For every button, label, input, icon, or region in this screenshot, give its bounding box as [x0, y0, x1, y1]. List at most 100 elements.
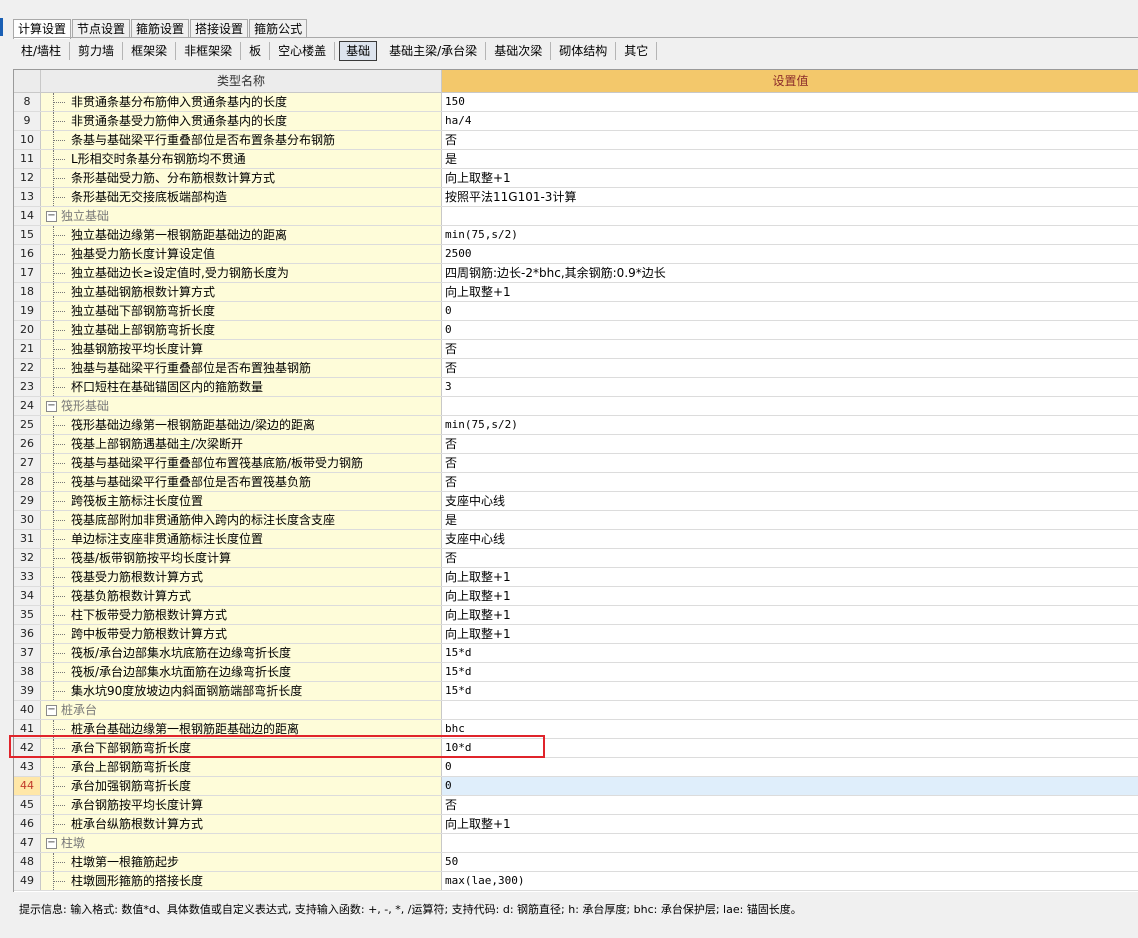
setting-value-cell[interactable]: 否: [442, 340, 1138, 358]
setting-value-cell[interactable]: min(75,s/2): [442, 416, 1138, 434]
setting-value-cell[interactable]: 0: [442, 321, 1138, 339]
table-row[interactable]: 20 独立基础上部钢筋弯折长度 0: [14, 321, 1138, 340]
category-tab-4[interactable]: 板: [241, 42, 271, 60]
setting-value-cell[interactable]: 否: [442, 454, 1138, 472]
setting-value-cell[interactable]: 按照平法11G101-3计算: [442, 188, 1138, 206]
setting-value-cell[interactable]: min(75,s/2): [442, 226, 1138, 244]
setting-value-cell[interactable]: 向上取整+1: [442, 815, 1138, 833]
setting-value-cell[interactable]: 向上取整+1: [442, 568, 1138, 586]
table-row[interactable]: 39 集水坑90度放坡边内斜面钢筋端部弯折长度 15*d: [14, 682, 1138, 701]
tab-4[interactable]: 箍筋公式: [249, 19, 308, 38]
table-row[interactable]: 13 条形基础无交接底板端部构造 按照平法11G101-3计算: [14, 188, 1138, 207]
setting-value-cell[interactable]: 否: [442, 549, 1138, 567]
category-tab-6[interactable]: 基础: [339, 41, 378, 61]
category-tab-9[interactable]: 砌体结构: [551, 42, 617, 60]
table-row[interactable]: 10 条基与基础梁平行重叠部位是否布置条基分布钢筋 否: [14, 131, 1138, 150]
tab-1[interactable]: 节点设置: [72, 19, 131, 38]
setting-value-cell[interactable]: bhc: [442, 720, 1138, 738]
table-row[interactable]: 22 独基与基础梁平行重叠部位是否布置独基钢筋 否: [14, 359, 1138, 378]
table-row[interactable]: 48 柱墩第一根箍筋起步 50: [14, 853, 1138, 872]
setting-value-cell[interactable]: 否: [442, 473, 1138, 491]
setting-value-cell[interactable]: 是: [442, 511, 1138, 529]
category-tab-2[interactable]: 框架梁: [123, 42, 177, 60]
table-row[interactable]: 34 筏基负筋根数计算方式 向上取整+1: [14, 587, 1138, 606]
collapse-toggle-icon[interactable]: −: [46, 211, 57, 222]
setting-value-cell[interactable]: 支座中心线: [442, 492, 1138, 510]
tab-3[interactable]: 搭接设置: [190, 19, 249, 38]
group-row[interactable]: 47− 柱墩: [14, 834, 1138, 853]
setting-value-cell[interactable]: 2500: [442, 245, 1138, 263]
collapse-toggle-icon[interactable]: −: [46, 401, 57, 412]
table-row[interactable]: 36 跨中板带受力筋根数计算方式 向上取整+1: [14, 625, 1138, 644]
group-row[interactable]: 40− 桩承台: [14, 701, 1138, 720]
setting-value-cell[interactable]: ha/4: [442, 112, 1138, 130]
setting-value-cell[interactable]: 0: [442, 302, 1138, 320]
table-row[interactable]: 17 独立基础边长≥设定值时,受力钢筋长度为 四周钢筋:边长-2*bhc,其余钢筋:…: [14, 264, 1138, 283]
setting-value-cell[interactable]: 150: [442, 93, 1138, 111]
category-tab-5[interactable]: 空心楼盖: [270, 42, 336, 60]
setting-value-cell[interactable]: 否: [442, 359, 1138, 377]
setting-value-cell[interactable]: 否: [442, 796, 1138, 814]
table-row[interactable]: 28 筏基与基础梁平行重叠部位是否布置筏基负筋 否: [14, 473, 1138, 492]
table-row[interactable]: 29 跨筏板主筋标注长度位置 支座中心线: [14, 492, 1138, 511]
setting-value-cell[interactable]: 支座中心线: [442, 530, 1138, 548]
table-row[interactable]: 49 柱墩圆形箍筋的搭接长度 max(lae,300): [14, 872, 1138, 891]
category-tab-1[interactable]: 剪力墙: [70, 42, 124, 60]
category-tab-3[interactable]: 非框架梁: [176, 42, 242, 60]
setting-value-cell[interactable]: 否: [442, 131, 1138, 149]
setting-value-cell[interactable]: 向上取整+1: [442, 169, 1138, 187]
group-row[interactable]: 24− 筏形基础: [14, 397, 1138, 416]
setting-value-cell[interactable]: 否: [442, 435, 1138, 453]
table-row[interactable]: 27 筏基与基础梁平行重叠部位布置筏基底筋/板带受力钢筋 否: [14, 454, 1138, 473]
setting-value-cell[interactable]: 3: [442, 378, 1138, 396]
setting-value-cell[interactable]: 0: [442, 758, 1138, 776]
table-row[interactable]: 9 非贯通条基受力筋伸入贯通条基内的长度 ha/4: [14, 112, 1138, 131]
category-tab-7[interactable]: 基础主梁/承台梁: [381, 42, 487, 60]
setting-value-cell[interactable]: 15*d: [442, 663, 1138, 681]
table-row[interactable]: 23 杯口短柱在基础锚固区内的箍筋数量 3: [14, 378, 1138, 397]
table-row[interactable]: 44 承台加强钢筋弯折长度 0: [14, 777, 1138, 796]
category-tab-10[interactable]: 其它: [616, 42, 658, 60]
collapse-toggle-icon[interactable]: −: [46, 838, 57, 849]
setting-value-cell[interactable]: 50: [442, 853, 1138, 871]
row-number: 12: [14, 169, 41, 187]
table-row[interactable]: 30 筏基底部附加非贯通筋伸入跨内的标注长度含支座 是: [14, 511, 1138, 530]
type-name-cell: 非贯通条基受力筋伸入贯通条基内的长度: [41, 112, 442, 130]
table-row[interactable]: 8 非贯通条基分布筋伸入贯通条基内的长度 150: [14, 93, 1138, 112]
setting-value-cell[interactable]: 是: [442, 150, 1138, 168]
setting-value-cell[interactable]: 15*d: [442, 682, 1138, 700]
tab-0[interactable]: 计算设置: [13, 19, 72, 39]
tab-2[interactable]: 箍筋设置: [131, 19, 190, 38]
table-row[interactable]: 37 筏板/承台边部集水坑底筋在边缘弯折长度 15*d: [14, 644, 1138, 663]
table-row[interactable]: 45 承台钢筋按平均长度计算 否: [14, 796, 1138, 815]
table-row[interactable]: 15 独立基础边缘第一根钢筋距基础边的距离 min(75,s/2): [14, 226, 1138, 245]
setting-value-cell[interactable]: 10*d: [442, 739, 1138, 757]
setting-value-cell[interactable]: 向上取整+1: [442, 587, 1138, 605]
collapse-toggle-icon[interactable]: −: [46, 705, 57, 716]
table-row[interactable]: 33 筏基受力筋根数计算方式 向上取整+1: [14, 568, 1138, 587]
group-row[interactable]: 14− 独立基础: [14, 207, 1138, 226]
table-row[interactable]: 18 独立基础钢筋根数计算方式 向上取整+1: [14, 283, 1138, 302]
table-row[interactable]: 46 桩承台纵筋根数计算方式 向上取整+1: [14, 815, 1138, 834]
table-row[interactable]: 26 筏基上部钢筋遇基础主/次梁断开 否: [14, 435, 1138, 454]
category-tab-8[interactable]: 基础次梁: [486, 42, 552, 60]
table-row[interactable]: 31 单边标注支座非贯通筋标注长度位置 支座中心线: [14, 530, 1138, 549]
table-row[interactable]: 35 柱下板带受力筋根数计算方式 向上取整+1: [14, 606, 1138, 625]
setting-value-cell[interactable]: 15*d: [442, 644, 1138, 662]
setting-value-cell[interactable]: max(lae,300): [442, 872, 1138, 890]
setting-value-cell[interactable]: 向上取整+1: [442, 625, 1138, 643]
table-row[interactable]: 19 独立基础下部钢筋弯折长度 0: [14, 302, 1138, 321]
setting-value-cell[interactable]: 向上取整+1: [442, 606, 1138, 624]
setting-value-cell[interactable]: 向上取整+1: [442, 283, 1138, 301]
table-row[interactable]: 21 独基钢筋按平均长度计算 否: [14, 340, 1138, 359]
table-row[interactable]: 12 条形基础受力筋、分布筋根数计算方式 向上取整+1: [14, 169, 1138, 188]
table-row[interactable]: 11 L形相交时条基分布钢筋均不贯通 是: [14, 150, 1138, 169]
setting-value-cell[interactable]: 四周钢筋:边长-2*bhc,其余钢筋:0.9*边长: [442, 264, 1138, 282]
table-row[interactable]: 32 筏基/板带钢筋按平均长度计算 否: [14, 549, 1138, 568]
table-row[interactable]: 16 独基受力筋长度计算设定值 2500: [14, 245, 1138, 264]
table-row[interactable]: 43 承台上部钢筋弯折长度 0: [14, 758, 1138, 777]
table-row[interactable]: 38 筏板/承台边部集水坑面筋在边缘弯折长度 15*d: [14, 663, 1138, 682]
setting-value-cell[interactable]: 0: [442, 777, 1138, 795]
category-tab-0[interactable]: 柱/墙柱: [13, 42, 71, 60]
table-row[interactable]: 25 筏形基础边缘第一根钢筋距基础边/梁边的距离 min(75,s/2): [14, 416, 1138, 435]
